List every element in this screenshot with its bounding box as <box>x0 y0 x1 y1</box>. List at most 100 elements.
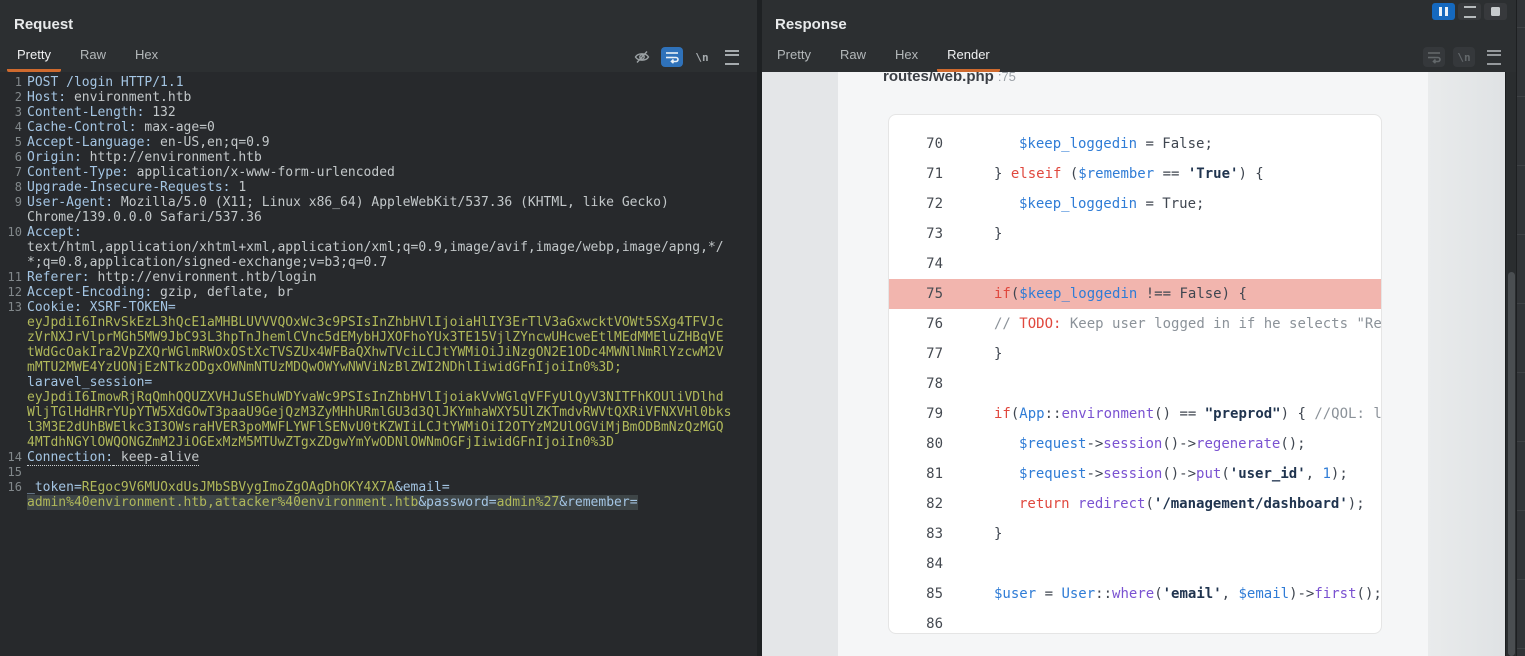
line-text: Accept-Encoding: gzip, deflate, br <box>27 285 293 300</box>
code-line-number: 82 <box>889 496 943 512</box>
response-pane: Response Pretty Raw Hex Render \n <box>762 0 1525 656</box>
request-line: 9User-Agent: Mozilla/5.0 (X11; Linux x86… <box>0 195 757 210</box>
request-line: 12Accept-Encoding: gzip, deflate, br <box>0 285 757 300</box>
burp-repeater-window: Request Pretty Raw Hex <box>0 0 1525 656</box>
code-line-number: 85 <box>889 586 943 602</box>
line-text: Connection: keep-alive <box>27 450 199 465</box>
request-line: 11Referer: http://environment.htb/login <box>0 270 757 285</box>
code-line: 77} <box>889 339 1381 369</box>
inspector-collapsed-strip[interactable] <box>1516 0 1525 656</box>
request-menu-icon[interactable] <box>721 47 743 67</box>
line-text: Content-Length: 132 <box>27 105 176 120</box>
response-pane-title: Response <box>775 16 847 33</box>
line-text: Upgrade-Insecure-Requests: 1 <box>27 180 246 195</box>
code-line-text: $keep_loggedin = True; <box>943 196 1204 212</box>
tab-raw[interactable]: Raw <box>830 46 876 72</box>
line-number: 15 <box>0 465 27 480</box>
line-number <box>0 315 27 330</box>
line-number <box>0 435 27 450</box>
line-number <box>0 405 27 420</box>
code-line: 80$request->session()->regenerate(); <box>889 429 1381 459</box>
line-text: mMTU2MWE4YzUONjEzNTkzODgxOWNmNTUzMDQwOWY… <box>27 360 622 375</box>
line-text: zVrNXJrVlprMGh5MW9JbC93L3hpTnJhemlCVnc5d… <box>27 330 724 345</box>
request-line: 16_token=REgoc9V6MUOxdUsJMbSBVygImoZgOAg… <box>0 480 757 495</box>
render-page-left-margin <box>762 72 838 656</box>
code-line-number: 76 <box>889 316 943 332</box>
tab-hex[interactable]: Hex <box>125 46 168 72</box>
code-line-text: } <box>943 226 1002 242</box>
inspector-strip-divider <box>1517 96 1525 97</box>
line-number: 12 <box>0 285 27 300</box>
request-line: mMTU2MWE4YzUONjEzNTkzODgxOWNmNTUzMDQwOWY… <box>0 360 757 375</box>
request-line: 13Cookie: XSRF-TOKEN= <box>0 300 757 315</box>
request-pane-title: Request <box>14 16 73 33</box>
request-editor[interactable]: 1POST /login HTTP/1.12Host: environment.… <box>0 72 757 656</box>
line-number: 6 <box>0 150 27 165</box>
line-number: 9 <box>0 195 27 210</box>
newline-chars-icon[interactable]: \n <box>691 47 713 67</box>
stop-icon[interactable] <box>1484 3 1507 20</box>
request-pane: Request Pretty Raw Hex <box>0 0 757 656</box>
request-pane-header: Request Pretty Raw Hex <box>0 0 757 73</box>
inspector-strip-divider <box>1517 579 1525 580</box>
request-line: zVrNXJrVlprMGh5MW9JbC93L3hpTnJhemlCVnc5d… <box>0 330 757 345</box>
request-toolbar: \n <box>631 46 743 68</box>
newline-chars-icon[interactable]: \n <box>1453 47 1475 67</box>
request-line: eyJpdiI6InRvSkEzL3hQcE1aMHBLUVVVQOxWc3c9… <box>0 315 757 330</box>
response-scrollbar-thumb[interactable] <box>1508 272 1515 656</box>
code-line-text: } <box>943 526 1002 542</box>
line-number: 3 <box>0 105 27 120</box>
code-line-text: $user = User::where('email', $email)->fi… <box>943 586 1382 602</box>
code-line: 74 <box>889 249 1381 279</box>
inspector-strip-divider <box>1517 303 1525 304</box>
code-line-number: 80 <box>889 436 943 452</box>
request-line: 6Origin: http://environment.htb <box>0 150 757 165</box>
line-text: tWdGcOakIra2VpZXQrWGlmRWOxOStXcTVSZUx4WF… <box>27 345 724 360</box>
inspector-strip-divider <box>1517 372 1525 373</box>
inspector-strip-divider <box>1517 441 1525 442</box>
hide-nonprinting-icon[interactable] <box>631 47 653 67</box>
line-number <box>0 255 27 270</box>
request-line: tWdGcOakIra2VpZXQrWGlmRWOxOStXcTVSZUx4WF… <box>0 345 757 360</box>
render-page-right-margin <box>1428 72 1505 656</box>
tab-render[interactable]: Render <box>937 46 1000 72</box>
code-line-number: 72 <box>889 196 943 212</box>
line-number <box>0 495 27 510</box>
line-text: laravel_session= <box>27 375 152 390</box>
line-text: Cookie: XSRF-TOKEN= <box>27 300 176 315</box>
line-number <box>0 360 27 375</box>
tab-pretty[interactable]: Pretty <box>7 46 61 72</box>
tab-raw[interactable]: Raw <box>70 46 116 72</box>
code-line-text: } elseif ($remember == 'True') { <box>943 166 1264 182</box>
code-line-number: 84 <box>889 556 943 572</box>
code-line-number: 70 <box>889 136 943 152</box>
code-line: 83} <box>889 519 1381 549</box>
line-text: Referer: http://environment.htb/login <box>27 270 317 285</box>
code-line-number: 74 <box>889 256 943 272</box>
queue-lines-icon[interactable] <box>1458 3 1481 20</box>
inspector-strip-divider <box>1517 165 1525 166</box>
request-line: eyJpdiI6ImowRjRqQmhQQUZXVHJuSEhuWDYvaWc9… <box>0 390 757 405</box>
code-line: 82return redirect('/management/dashboard… <box>889 489 1381 519</box>
code-line: 86 <box>889 609 1381 634</box>
request-line: 3Content-Length: 132 <box>0 105 757 120</box>
response-render-view[interactable]: routes/web.php:75 70$keep_loggedin = Fal… <box>762 72 1505 656</box>
request-line: 8Upgrade-Insecure-Requests: 1 <box>0 180 757 195</box>
code-line-number: 86 <box>889 616 943 632</box>
request-line: l3M3E2dUhBWElkc3I3OWsraHVER3poMWFLYWFlSE… <box>0 420 757 435</box>
pause-icon[interactable] <box>1432 3 1455 20</box>
line-number <box>0 375 27 390</box>
tab-hex[interactable]: Hex <box>885 46 928 72</box>
code-line-number: 79 <box>889 406 943 422</box>
word-wrap-icon[interactable] <box>661 47 683 67</box>
code-line: 72$keep_loggedin = True; <box>889 189 1381 219</box>
tab-pretty[interactable]: Pretty <box>767 46 821 72</box>
request-line: Chrome/139.0.0.0 Safari/537.36 <box>0 210 757 225</box>
request-tabbar: Pretty Raw Hex <box>7 46 177 72</box>
line-text: l3M3E2dUhBWElkc3I3OWsraHVER3poMWFLYWFlSE… <box>27 420 724 435</box>
word-wrap-icon[interactable] <box>1423 47 1445 67</box>
response-menu-icon[interactable] <box>1483 47 1505 67</box>
response-pane-header: Response Pretty Raw Hex Render \n <box>762 0 1525 73</box>
response-scrollbar[interactable] <box>1505 72 1516 656</box>
code-line-text: // TODO: Keep user logged in if he selec… <box>943 316 1382 332</box>
